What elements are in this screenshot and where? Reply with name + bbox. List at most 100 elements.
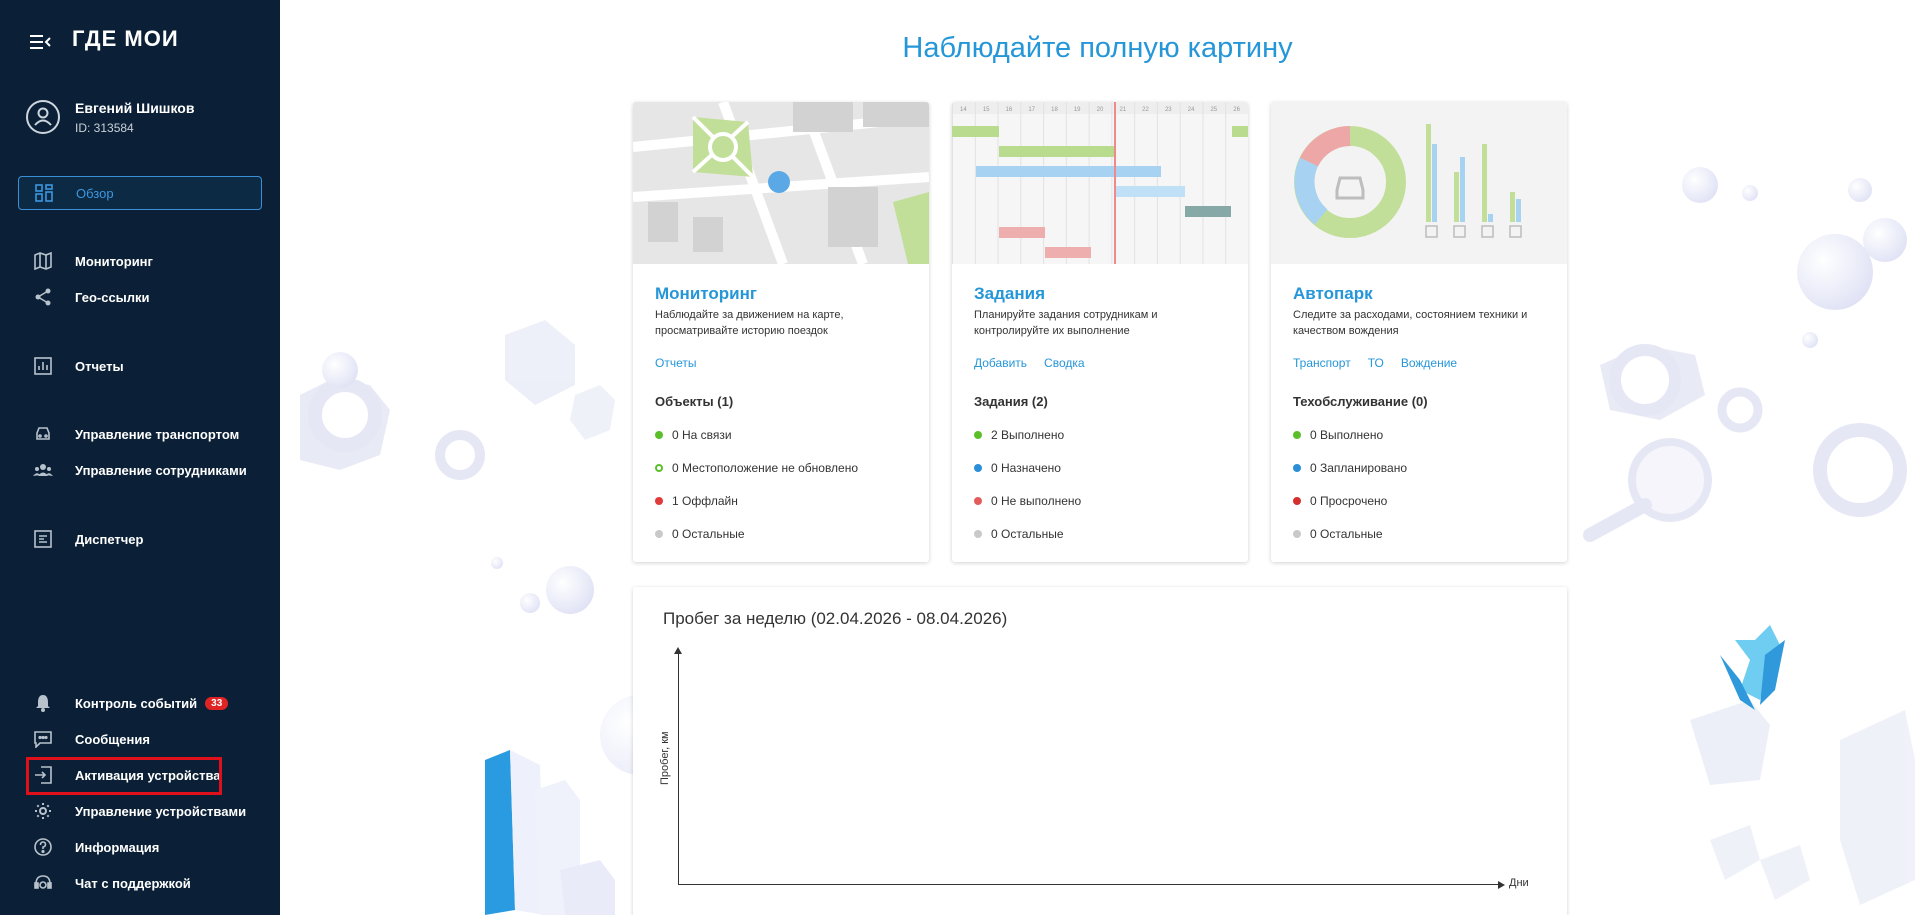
summary-link[interactable]: Сводка: [1044, 356, 1085, 370]
card-title[interactable]: Автопарк: [1293, 284, 1373, 304]
stat-online: 0 На связи: [655, 428, 732, 442]
avatar-icon: [26, 100, 60, 134]
card-subtitle: Задания (2): [974, 394, 1048, 409]
status-dot: [974, 464, 982, 472]
gantt-gridline: [1179, 102, 1181, 264]
card-description: Планируйте задания сотрудникам и контрол…: [974, 309, 1158, 337]
status-dot: [974, 431, 982, 439]
user-name: Евгений Шишков: [75, 100, 195, 116]
sidebar-item-info[interactable]: Информация: [18, 830, 262, 864]
sidebar-item-label: Чат с поддержкой: [75, 875, 191, 891]
stat-text: 1 Оффлайн: [672, 494, 738, 508]
dispatcher-icon: [32, 528, 54, 550]
gantt-gridline: [1156, 102, 1158, 264]
card-subtitle: Объекты (1): [655, 394, 734, 409]
sidebar-item-label: Обзор: [76, 185, 114, 201]
status-dot: [655, 431, 663, 439]
app-logo[interactable]: ГДЕ МОИ: [72, 26, 179, 52]
add-task-link[interactable]: Добавить: [974, 356, 1027, 370]
gear-icon: [32, 800, 54, 822]
status-dot: [1293, 464, 1301, 472]
sidebar-item-label: Мониторинг: [75, 253, 153, 269]
sidebar-item-support-chat[interactable]: Чат с поддержкой: [18, 866, 262, 900]
status-dot: [1293, 431, 1301, 439]
sidebar-header: ГДЕ МОИ: [0, 0, 280, 86]
gantt-gridline: [1202, 102, 1204, 264]
gantt-gridline: [1225, 102, 1227, 264]
y-axis-arrow: [674, 647, 682, 654]
sidebar-item-messages[interactable]: Сообщения: [18, 722, 262, 756]
card-links: Транспорт ТО Вождение: [1293, 356, 1457, 370]
user-profile[interactable]: Евгений Шишков ID: 313584: [26, 98, 266, 138]
gantt-gridline: [1088, 102, 1090, 264]
sidebar-item-device-management[interactable]: Управление устройствами: [18, 794, 262, 828]
maintenance-link[interactable]: ТО: [1368, 356, 1384, 370]
sidebar-item-events[interactable]: Контроль событий 33: [18, 686, 262, 720]
gantt-day-label: 18: [1051, 107, 1058, 113]
gantt-day-label: 14: [960, 107, 967, 113]
sidebar-item-label: Отчеты: [75, 358, 124, 374]
stat-text: 0 На связи: [672, 428, 732, 442]
stat-done: 2 Выполнено: [974, 428, 1064, 442]
sidebar-item-label: Управление сотрудниками: [75, 462, 247, 478]
tasks-card: 14 15 16 17 18 19 20 21 22 23 24 25 26 Задания Плани…: [952, 102, 1248, 562]
card-title[interactable]: Мониторинг: [655, 284, 757, 304]
sidebar-item-transport[interactable]: Управление транспортом: [18, 417, 262, 451]
gantt-gridline: [1111, 102, 1113, 264]
y-axis: [678, 652, 679, 885]
sidebar-item-employees[interactable]: Управление сотрудниками: [18, 453, 262, 487]
gantt-day-label: 22: [1142, 107, 1149, 113]
sidebar-item-label: Гео-ссылки: [75, 289, 150, 305]
card-subtitle: Техобслуживание (0): [1293, 394, 1428, 409]
mileage-chart-card: Пробег за неделю (02.04.2026 - 08.04.202…: [633, 587, 1567, 915]
sidebar-item-label: Контроль событий: [75, 695, 198, 711]
card-title[interactable]: Задания: [974, 284, 1045, 304]
map-icon: [32, 250, 54, 272]
gantt-day-label: 17: [1028, 107, 1035, 113]
sidebar-item-label: Управление транспортом: [75, 426, 240, 442]
gantt-gridline: [1043, 102, 1045, 264]
message-icon: [32, 728, 54, 750]
chart-title: Пробег за неделю (02.04.2026 - 08.04.202…: [663, 609, 1008, 628]
sidebar-item-label: Управление устройствами: [75, 803, 247, 819]
card-links: Добавить Сводка: [974, 356, 1085, 370]
user-id: ID: 313584: [75, 121, 134, 135]
transport-link[interactable]: Транспорт: [1293, 356, 1351, 370]
sidebar-item-monitoring[interactable]: Мониторинг: [18, 244, 262, 278]
stat-other: 0 Остальные: [655, 527, 745, 541]
bell-icon: [32, 692, 54, 714]
chart-icon: [32, 355, 54, 377]
status-dot: [974, 497, 982, 505]
stat-text: 0 Назначено: [991, 461, 1061, 475]
stat-text: 0 Местоположение не обновлено: [672, 461, 859, 475]
car-icon: [32, 423, 54, 445]
stat-text: 0 Запланировано: [1310, 461, 1407, 475]
y-axis-label: Пробег, км: [659, 731, 671, 785]
sidebar-item-geolinks[interactable]: Гео-ссылки: [18, 280, 262, 314]
stat-text: 0 Остальные: [1310, 527, 1383, 541]
main-content: Наблюдайте полную картину Мониторинг Наб…: [280, 0, 1915, 915]
x-axis: [678, 884, 1500, 885]
gantt-day-label: 15: [983, 107, 990, 113]
status-dot: [655, 497, 663, 505]
menu-collapse-icon[interactable]: [30, 33, 52, 51]
reports-link[interactable]: Отчеты: [655, 356, 696, 370]
dashboard-icon: [33, 182, 55, 204]
stat-text: 0 Просрочено: [1310, 494, 1388, 508]
page-title: Наблюдайте полную картину: [902, 32, 1293, 64]
status-dot: [655, 530, 663, 538]
status-dot: [974, 530, 982, 538]
driving-link[interactable]: Вождение: [1401, 356, 1457, 370]
sidebar-item-overview[interactable]: Обзор: [18, 176, 262, 210]
sidebar-item-reports[interactable]: Отчеты: [18, 349, 262, 383]
fleet-card: Автопарк Следите за расходами, состояние…: [1271, 102, 1567, 562]
fleet-illustration: [1271, 102, 1567, 264]
stat-overdue: 0 Просрочено: [1293, 494, 1387, 508]
sidebar-item-dispatcher[interactable]: Диспетчер: [18, 522, 262, 556]
stat-text: 0 Остальные: [672, 527, 745, 541]
stat-not-done: 0 Не выполнено: [974, 494, 1081, 508]
gantt-day-label: 25: [1210, 107, 1217, 113]
people-icon: [32, 459, 54, 481]
sidebar: ГДЕ МОИ Евгений Шишков ID: 313584 Обзор …: [0, 0, 280, 915]
x-axis-arrow: [1498, 881, 1505, 889]
